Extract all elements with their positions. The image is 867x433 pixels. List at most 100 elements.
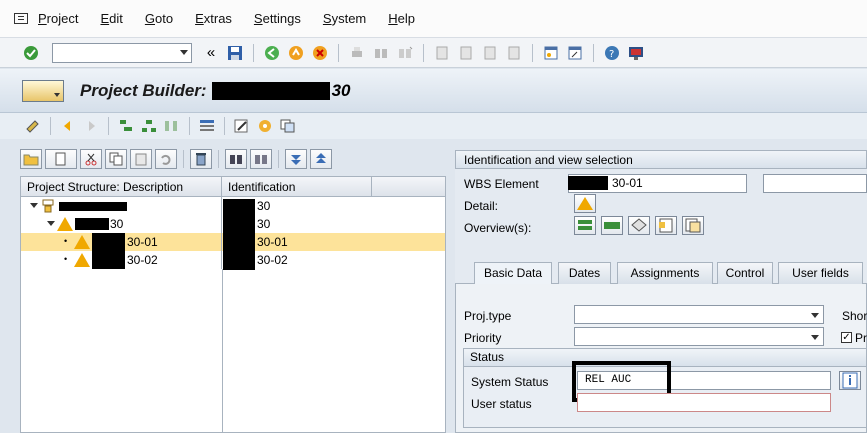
prev-page-icon[interactable] [457, 44, 475, 62]
tree-cell-description: • 30-01 [21, 233, 222, 269]
user-status-field[interactable] [577, 393, 831, 412]
menu-extras[interactable]: Extras [195, 11, 232, 26]
menu-settings[interactable]: Settings [254, 11, 301, 26]
bullet-icon: • [64, 254, 68, 264]
user-status-label: User status [471, 397, 532, 411]
collapse-icon[interactable] [310, 149, 332, 169]
new-session-icon[interactable] [542, 44, 560, 62]
open-folder-icon[interactable] [20, 149, 42, 169]
shortcut-icon[interactable] [566, 44, 584, 62]
command-field[interactable] [52, 42, 192, 63]
proj-type-dropdown[interactable] [574, 305, 824, 324]
menu-help[interactable]: Help [388, 11, 415, 26]
hierarchy-icon[interactable] [140, 118, 158, 134]
pr-checkbox[interactable]: ✓ [841, 332, 852, 343]
node-description: 30-01 [127, 235, 158, 249]
overview-milestone-icon[interactable] [628, 216, 650, 235]
redacted-block [568, 176, 608, 190]
tree-cell-description: 30 [21, 215, 222, 233]
redacted-block [211, 81, 330, 100]
node-description: 30 [110, 217, 124, 231]
overview-document-icon[interactable] [655, 216, 677, 235]
exit-icon[interactable] [287, 44, 305, 62]
copy-icon[interactable] [279, 118, 297, 134]
save-icon[interactable] [226, 44, 244, 62]
cut-icon[interactable] [80, 149, 102, 169]
print-icon[interactable] [348, 44, 366, 62]
tab-control[interactable]: Control [717, 262, 773, 284]
title-bar: Project Builder: 30 [0, 69, 867, 113]
find-icon[interactable] [225, 149, 247, 169]
menu-edit[interactable]: Edit [100, 11, 122, 26]
create-icon[interactable] [45, 149, 77, 169]
back-icon[interactable] [263, 44, 281, 62]
table-icon[interactable] [198, 118, 216, 134]
menu-project[interactable]: Project [38, 11, 78, 26]
redacted-block [59, 202, 127, 211]
chevron-down-icon[interactable] [180, 49, 188, 55]
wbs-description-field[interactable] [763, 174, 867, 193]
column-header-identification[interactable]: Identification [222, 177, 372, 196]
delete-icon[interactable] [190, 149, 212, 169]
expand-arrow-icon[interactable] [47, 221, 55, 226]
tab-basic-data[interactable]: Basic Data [474, 262, 552, 284]
separator [593, 43, 594, 62]
network-icon[interactable] [163, 118, 181, 134]
next-object-icon[interactable] [82, 118, 100, 134]
standard-toolbar: « ? [0, 38, 867, 68]
first-page-icon[interactable] [433, 44, 451, 62]
customize-layout-icon[interactable] [627, 44, 645, 62]
priority-label: Priority [464, 331, 502, 345]
detail-warning-button[interactable] [574, 194, 596, 213]
separator [183, 150, 184, 168]
tab-user-fields[interactable]: User fields [778, 262, 863, 284]
warning-triangle-icon [74, 253, 90, 267]
find-next-icon[interactable] [250, 149, 272, 169]
history-icon[interactable]: « [202, 44, 220, 62]
overview-list-icon[interactable] [682, 216, 704, 235]
find-next-icon[interactable] [396, 44, 414, 62]
expand-icon[interactable] [285, 149, 307, 169]
short-label: Shor [842, 309, 867, 323]
proj-type-label: Proj.type [464, 309, 512, 323]
priority-dropdown[interactable] [574, 327, 824, 346]
check-icon[interactable] [22, 44, 40, 62]
separator [218, 150, 219, 168]
structure-icon[interactable] [117, 118, 135, 134]
separator [278, 150, 279, 168]
separator [108, 117, 109, 135]
node-description: 30-02 [127, 253, 158, 267]
menu-goto[interactable]: Goto [145, 11, 173, 26]
status-info-icon[interactable] [839, 371, 861, 390]
display-change-icon[interactable] [24, 118, 42, 134]
column-header-description[interactable]: Project Structure: Description [21, 177, 222, 196]
menu-system[interactable]: System [323, 11, 366, 26]
cancel-icon[interactable] [311, 44, 329, 62]
edit-icon[interactable] [233, 118, 251, 134]
tab-assignments[interactable]: Assignments [617, 262, 713, 284]
undo-icon[interactable] [155, 149, 177, 169]
expand-arrow-icon[interactable] [30, 203, 38, 208]
project-selector-button[interactable] [22, 79, 64, 102]
tree-toolbar [20, 146, 440, 172]
next-page-icon[interactable] [481, 44, 499, 62]
tree-cell-description: • 30-02 [21, 251, 222, 269]
sap-menu-icon[interactable] [14, 13, 28, 24]
tab-strip: Basic Data Dates Assignments Control Use… [455, 262, 867, 284]
paste-icon[interactable] [130, 149, 152, 169]
find-icon[interactable] [372, 44, 390, 62]
separator [532, 43, 533, 62]
tree-header: Project Structure: Description Identific… [21, 177, 445, 197]
project-structure-tree: Project Structure: Description Identific… [20, 176, 446, 433]
settings-icon[interactable] [256, 118, 274, 134]
copy-icon[interactable] [105, 149, 127, 169]
project-definition-icon [41, 199, 55, 216]
tree-cell-description [21, 197, 222, 215]
previous-object-icon[interactable] [59, 118, 77, 134]
overview-activity-icon[interactable] [601, 216, 623, 235]
last-page-icon[interactable] [505, 44, 523, 62]
overview-structure-icon[interactable] [574, 216, 596, 235]
tab-dates[interactable]: Dates [558, 262, 611, 284]
help-icon[interactable]: ? [603, 44, 621, 62]
overviews-label: Overview(s): [464, 221, 532, 235]
